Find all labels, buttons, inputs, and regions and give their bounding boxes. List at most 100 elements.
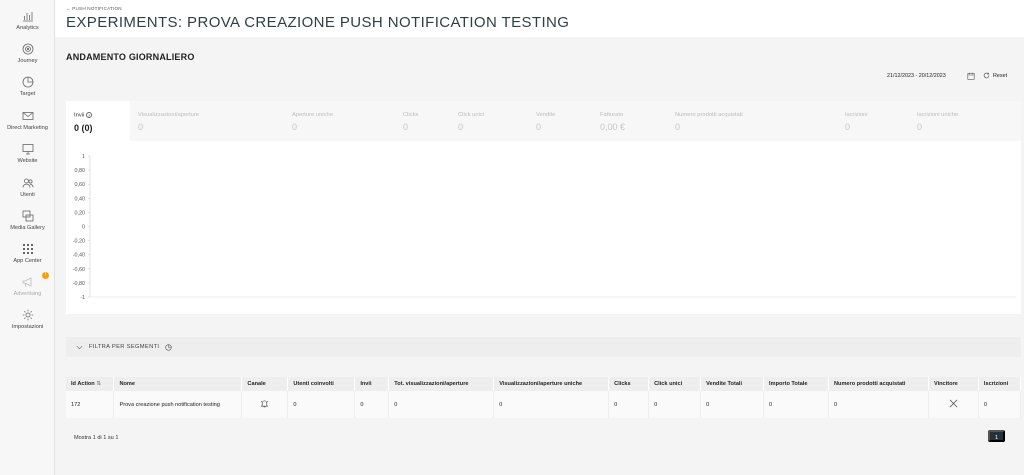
date-range-picker[interactable]: 21/12/2023 - 20/12/2023 xyxy=(887,73,946,79)
kpi-visualizzazioni[interactable]: Visualizzazioni/aperture 0 xyxy=(130,101,284,141)
kpi-aperture-uniche[interactable]: Aperture uniche 0 xyxy=(284,101,395,141)
cell-vincitore[interactable] xyxy=(928,391,979,418)
table-row[interactable]: 172 Prova creazione push notification te… xyxy=(66,391,1022,418)
sidebar-item-label: Target xyxy=(19,91,36,97)
sidebar-item-journey[interactable]: Journey xyxy=(0,43,55,64)
stats-chart-card: Invii ? 0 (0) Visualizzazioni/aperture 0… xyxy=(66,101,1021,314)
kpi-value: 0 xyxy=(458,122,464,132)
reset-label: Reset xyxy=(993,72,1008,79)
sidebar-item-impostazioni[interactable]: Impostazioni xyxy=(0,309,55,330)
sidebar-item-label: Journey xyxy=(17,58,38,64)
kpi-label: Fatturato xyxy=(600,112,624,118)
back-link[interactable]: ← PUSH NOTIFICATION xyxy=(66,6,122,11)
pagination-summary: Mostra 1 di 1 su 1 xyxy=(74,435,119,441)
apps-grid-icon xyxy=(22,244,33,254)
y-tick-label: -0,20 xyxy=(73,239,85,245)
x-icon xyxy=(949,399,958,408)
cell-prodotti: 0 xyxy=(828,391,929,418)
sidebar-item-label: App Center xyxy=(13,258,42,264)
kpi-click-unici[interactable]: Click unici 0 xyxy=(450,101,528,141)
sidebar-item-label: Impostazioni xyxy=(11,324,44,330)
cell-tot-vis: 0 xyxy=(388,391,495,418)
kpi-value: 0 xyxy=(845,122,851,132)
filter-label: FILTRA PER SEGMENTI xyxy=(89,344,160,350)
kpi-value: 0 xyxy=(403,122,409,132)
column-header-clicks: Clicks xyxy=(608,377,650,391)
column-header-id[interactable]: Id Action ⇅ xyxy=(66,377,115,391)
y-tick-label: 0,20 xyxy=(75,210,86,216)
y-tick-label: -0,80 xyxy=(73,281,85,287)
column-header-click-unici: Click unici xyxy=(648,377,702,391)
y-tick-label: 1 xyxy=(82,154,85,160)
cell-clicks: 0 xyxy=(608,391,650,418)
column-header-nome: Nome xyxy=(113,377,243,391)
sort-icon[interactable]: ⇅ xyxy=(96,381,101,387)
column-header-canale: Canale xyxy=(241,377,289,391)
cell-utenti: 0 xyxy=(287,391,356,418)
segment-filter-toggle[interactable]: FILTRA PER SEGMENTI xyxy=(66,337,1021,357)
mail-icon xyxy=(22,112,33,120)
column-header-utenti: Utenti coinvolti xyxy=(287,377,356,391)
y-tick-label: -1 xyxy=(80,295,85,301)
kpi-iscrizioni-uniche[interactable]: Iscrizioni uniche 0 xyxy=(909,101,1021,141)
gear-icon xyxy=(22,309,33,321)
sidebar-item-media-gallery[interactable]: Media Gallery xyxy=(0,210,55,231)
sidebar-item-target[interactable]: Target xyxy=(0,76,55,97)
column-header-invii: Invii xyxy=(354,377,390,391)
kpi-value: 0 xyxy=(917,122,923,132)
journey-icon xyxy=(22,43,33,55)
kpi-numero-prodotti[interactable]: Numero prodotti acquistati 0 xyxy=(667,101,837,141)
notification-badge: ! xyxy=(42,272,49,279)
kpi-invii[interactable]: Invii ? 0 (0) xyxy=(66,101,130,141)
sidebar-item-direct-marketing[interactable]: Direct Marketing xyxy=(0,110,55,131)
column-header-vincitore: Vincitore xyxy=(928,377,979,391)
kpi-fatturato[interactable]: Fatturato 0,00 € xyxy=(592,101,667,141)
y-tick-label: 0 xyxy=(82,225,85,231)
kpi-value: 0 xyxy=(138,122,144,132)
cell-nome: Prova creazione push notification testin… xyxy=(113,391,243,418)
kpi-vendite[interactable]: Vendite 0 xyxy=(528,101,592,141)
cell-id: 172 xyxy=(66,391,115,418)
section-title: ANDAMENTO GIORNALIERO xyxy=(66,52,195,62)
cell-iscrizioni: 0 xyxy=(978,391,1022,418)
y-tick-label: 0,60 xyxy=(75,182,86,188)
kpi-label-text: Invii xyxy=(74,112,85,119)
images-icon xyxy=(22,210,33,222)
bar-chart-icon xyxy=(22,12,33,22)
sidebar-item-label: Direct Marketing xyxy=(7,125,48,131)
page-button-1[interactable]: 1 xyxy=(988,430,1005,442)
kpi-clicks[interactable]: Clicks 0 xyxy=(395,101,450,141)
kpi-label: Aperture uniche xyxy=(292,112,333,118)
sidebar-item-advertising[interactable]: ! Advertising xyxy=(0,272,55,297)
sidebar-item-label: Utenti xyxy=(20,192,35,198)
users-icon xyxy=(22,178,33,188)
kpi-iscrizioni[interactable]: Iscrizioni 0 xyxy=(837,101,909,141)
sidebar-item-website[interactable]: Website xyxy=(0,143,55,164)
experiments-table: Id Action ⇅ Nome Canale Utenti coinvolti… xyxy=(66,377,1022,418)
kpi-label: Numero prodotti acquistati xyxy=(675,112,743,118)
kpi-label: Vendite xyxy=(536,112,556,118)
table-header-row: Id Action ⇅ Nome Canale Utenti coinvolti… xyxy=(66,377,1022,391)
sidebar-item-label: Analytics xyxy=(16,25,39,31)
kpi-label: Visualizzazioni/aperture xyxy=(138,112,200,118)
kpi-value: 0 (0) xyxy=(74,122,93,133)
bell-icon xyxy=(260,400,269,408)
y-tick-label: 0,80 xyxy=(75,168,86,174)
kpi-label: Iscrizioni uniche xyxy=(917,112,959,118)
reset-button[interactable]: Reset xyxy=(983,72,1007,79)
chevron-down-icon xyxy=(76,345,83,349)
reset-icon xyxy=(983,72,990,79)
sidebar-item-app-center[interactable]: App Center xyxy=(0,243,55,264)
info-icon[interactable]: ? xyxy=(85,112,92,118)
sidebar-item-utenti[interactable]: Utenti xyxy=(0,177,55,198)
column-header-importo: Importo Totale xyxy=(763,377,829,391)
column-header-vis-uniche: Visualizzazioni/aperture uniche xyxy=(493,377,610,391)
sidebar-item-analytics[interactable]: Analytics xyxy=(0,10,55,31)
pie-chart-icon xyxy=(22,76,33,88)
megaphone-icon xyxy=(22,277,31,288)
calendar-icon[interactable] xyxy=(967,72,975,80)
column-header-vendite: Vendite Totali xyxy=(700,377,765,391)
sidebar-item-label: Media Gallery xyxy=(10,225,45,231)
cell-click-unici: 0 xyxy=(648,391,702,418)
kpi-label: Iscrizioni xyxy=(845,112,868,118)
